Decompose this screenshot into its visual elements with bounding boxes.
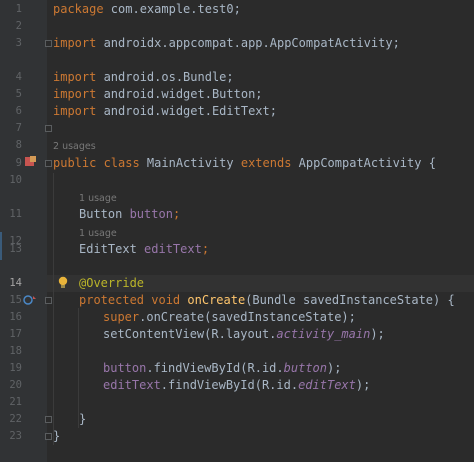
call: .findViewById(R.id. xyxy=(160,378,299,392)
line-number: 22 xyxy=(9,413,22,425)
method-name: onCreate xyxy=(187,293,246,307)
line-number: 20 xyxy=(9,379,22,391)
code-editor[interactable]: 1 2 3 4 5 6 7 8 9 10 11 12 13 14 15 16 1… xyxy=(0,0,474,462)
import-path: androidx.appcompat.app.AppCompatActivity… xyxy=(96,36,400,50)
line-number: 23 xyxy=(9,430,22,442)
keyword: super xyxy=(103,310,140,324)
override-method-icon[interactable] xyxy=(23,294,37,306)
punctuation: ; xyxy=(172,207,181,221)
code-line-7[interactable]: import android.widget.EditText; xyxy=(53,103,277,120)
keyword: import xyxy=(53,36,97,50)
code-line-19[interactable]: button.findViewById(R.id.button); xyxy=(103,360,341,377)
line-number: 3 xyxy=(15,37,22,49)
resource-id: button xyxy=(283,361,327,375)
code-line-11[interactable]: Button button; xyxy=(79,206,180,223)
code-line-3[interactable]: import androidx.appcompat.app.AppCompatA… xyxy=(53,35,400,52)
line-number: 21 xyxy=(9,396,22,408)
indent-guide xyxy=(78,308,79,428)
line-number: 10 xyxy=(9,174,22,186)
class-name: MainActivity xyxy=(139,156,241,170)
keyword: import xyxy=(53,104,97,118)
code-line-14[interactable]: @Override xyxy=(79,275,144,292)
fold-toggle[interactable] xyxy=(45,125,52,132)
line-number: 1 xyxy=(15,3,22,15)
line-number: 4 xyxy=(15,71,22,83)
code-line-20[interactable]: editText.findViewById(R.id.editText); xyxy=(103,377,370,394)
line-number: 18 xyxy=(9,345,22,357)
keyword: protected void xyxy=(79,293,181,307)
package-name: com.example.test0; xyxy=(103,2,241,16)
line-number: 11 xyxy=(9,208,22,220)
code-line-22[interactable]: } xyxy=(79,411,86,428)
call: setContentView(R.layout. xyxy=(103,327,277,341)
code-line-13[interactable]: EditText editText; xyxy=(79,241,209,258)
fold-toggle[interactable] xyxy=(45,160,52,167)
field-name: button xyxy=(103,361,147,375)
keyword: import xyxy=(53,87,97,101)
line-number: 8 xyxy=(15,139,22,151)
line-number: 17 xyxy=(9,328,22,340)
indent-guide xyxy=(53,173,54,445)
call: .onCreate(savedInstanceState); xyxy=(139,310,356,324)
code-line-15[interactable]: protected void onCreate(Bundle savedInst… xyxy=(79,292,455,309)
code-line-9[interactable]: public class MainActivity extends AppCom… xyxy=(53,155,436,172)
annotation: @Override xyxy=(79,276,145,290)
line-number: 9 xyxy=(15,157,22,169)
keyword: import xyxy=(53,70,97,84)
punctuation: ; xyxy=(201,242,210,256)
line-number: 15 xyxy=(9,294,22,306)
code-line-23[interactable]: } xyxy=(53,428,60,445)
usages-hint[interactable]: 1 usage xyxy=(79,227,117,240)
parameters: (Bundle savedInstanceState) { xyxy=(245,293,455,307)
line-number: 2 xyxy=(15,20,22,32)
resource-id: activity_main xyxy=(276,327,371,341)
line-number: 16 xyxy=(9,311,22,323)
line-number: 7 xyxy=(15,122,22,134)
import-path: android.widget.EditText; xyxy=(96,104,277,118)
resource-id: editText xyxy=(298,378,356,392)
keyword: package xyxy=(53,2,104,16)
type-name: EditText xyxy=(79,242,145,256)
usages-hint[interactable]: 1 usage xyxy=(79,192,117,205)
call-end: ); xyxy=(370,327,385,341)
field-name: button xyxy=(129,207,173,221)
line-number-current: 14 xyxy=(9,277,22,289)
keyword: public class xyxy=(53,156,140,170)
keyword: extends xyxy=(240,156,292,170)
code-line-1[interactable]: package com.example.test0; xyxy=(53,1,241,18)
line-number: 13 xyxy=(9,243,22,255)
type-name: Button xyxy=(79,207,130,221)
superclass: AppCompatActivity { xyxy=(291,156,436,170)
fold-toggle[interactable] xyxy=(45,416,52,423)
fold-toggle[interactable] xyxy=(45,433,52,440)
fold-toggle[interactable] xyxy=(45,297,52,304)
field-name: editText xyxy=(103,378,161,392)
line-number: 5 xyxy=(15,88,22,100)
call-end: ); xyxy=(327,361,342,375)
closing-brace: } xyxy=(79,412,87,426)
call: .findViewById(R.id. xyxy=(146,361,284,375)
usages-hint[interactable]: 2 usages xyxy=(53,140,96,153)
intention-bulb-icon[interactable] xyxy=(58,276,68,289)
run-class-icon[interactable] xyxy=(25,156,36,167)
line-number: 6 xyxy=(15,105,22,117)
call-end: ); xyxy=(355,378,371,392)
field-name: editText xyxy=(144,242,202,256)
code-line-16[interactable]: super.onCreate(savedInstanceState); xyxy=(103,309,356,326)
fold-toggle[interactable] xyxy=(45,40,52,47)
code-line-6[interactable]: import android.widget.Button; xyxy=(53,86,263,103)
code-line-17[interactable]: setContentView(R.layout.activity_main); xyxy=(103,326,385,343)
closing-brace: } xyxy=(53,429,61,443)
line-number: 19 xyxy=(9,362,22,374)
code-line-5[interactable]: import android.os.Bundle; xyxy=(53,69,234,86)
import-path: android.widget.Button; xyxy=(96,87,263,101)
import-path: android.os.Bundle; xyxy=(96,70,234,84)
